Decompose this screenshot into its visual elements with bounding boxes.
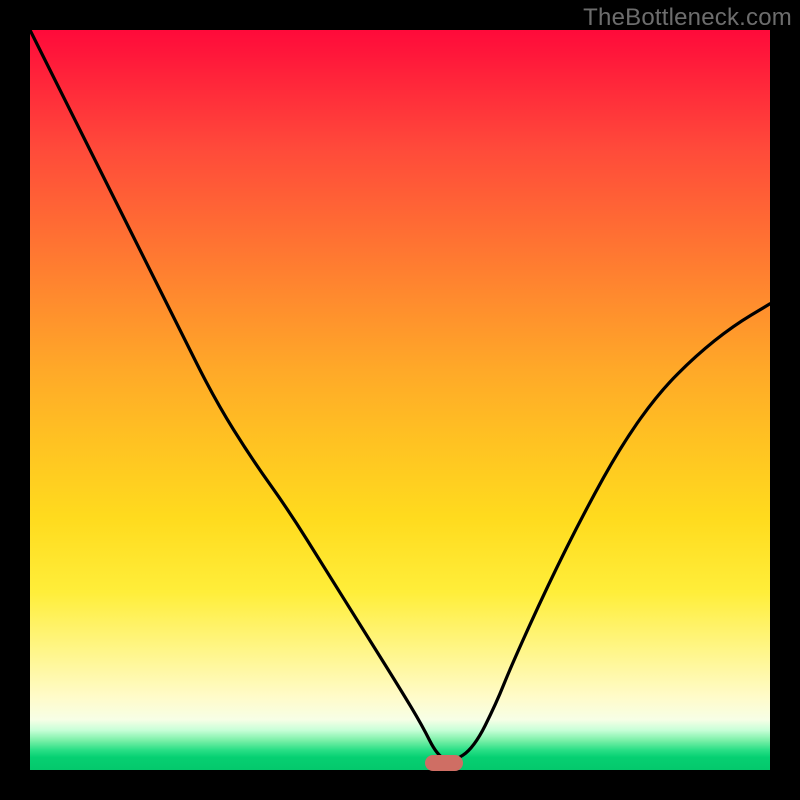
- curve-svg: [30, 30, 770, 770]
- bottleneck-curve-path: [30, 30, 770, 760]
- plot-area: [30, 30, 770, 770]
- minimum-marker: [425, 755, 463, 771]
- chart-frame: TheBottleneck.com: [0, 0, 800, 800]
- watermark-text: TheBottleneck.com: [583, 4, 792, 32]
